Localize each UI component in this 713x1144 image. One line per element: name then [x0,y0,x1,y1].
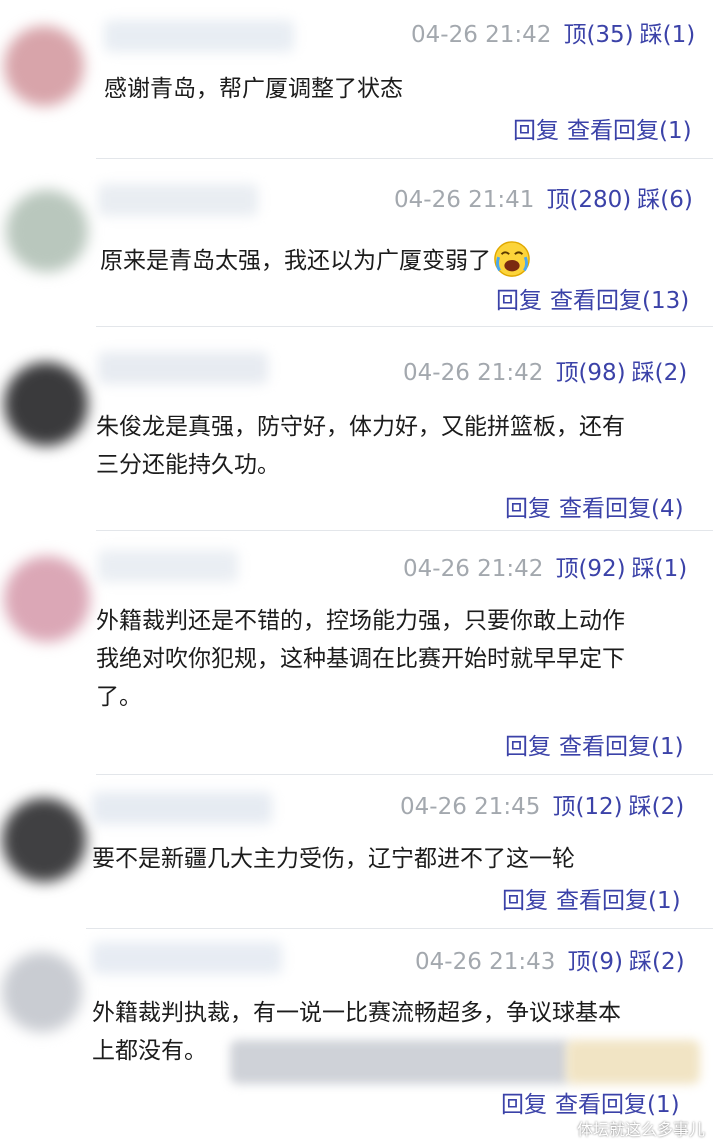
comment-item: 04-26 21:45 顶(12) 踩(2) 要不是新疆几大主力受伤，辽宁都进不了这… [0,776,713,930]
view-replies-button[interactable]: 查看回复(1) [559,734,684,760]
comment-line: 原来是青岛太强，我还以为广厦变弱了 [100,248,491,274]
like-button[interactable]: 顶(98) [555,360,625,386]
comment-line: 外籍裁判还是不错的，控场能力强，只要你敢上动作 [96,608,625,634]
comment-item: 04-26 21:42 顶(98) 踩(2) 朱俊龙是真强，防守好，体力好，又能拼篮… [0,334,713,532]
comment-text: 原来是青岛太强，我还以为广厦变弱了 [100,240,531,280]
comment-meta: 04-26 21:42 顶(98) 踩(2) [403,358,687,388]
like-button[interactable]: 顶(35) [563,22,633,48]
comment-meta: 04-26 21:42 顶(35) 踩(1) [411,20,695,50]
comment-item: 04-26 21:41 顶(280) 踩(6) 原来是青岛太强，我还以为广厦变弱了 … [0,168,713,334]
comment-text: 朱俊龙是真强，防守好，体力好，又能拼篮板，还有 三分还能持久功。 [96,408,625,484]
divider [96,158,713,159]
divider [96,326,713,327]
comment-meta: 04-26 21:41 顶(280) 踩(6) [394,185,693,215]
like-button[interactable]: 顶(9) [567,949,623,975]
comment-meta: 04-26 21:45 顶(12) 踩(2) [400,792,684,822]
redacted-content [230,1040,570,1084]
comment-line: 我绝对吹你犯规，这种基调在比赛开始时就早早定下 [96,646,625,672]
avatar[interactable] [6,190,88,272]
watermark: 体坛就这么多事儿 [576,1120,705,1139]
comment-meta: 04-26 21:42 顶(92) 踩(1) [403,554,687,584]
reply-button[interactable]: 回复 [513,118,559,144]
comment-line: 三分还能持久功。 [96,452,280,478]
comment-time: 04-26 21:41 [394,187,535,213]
view-replies-button[interactable]: 查看回复(1) [555,1092,680,1118]
username-redacted[interactable] [92,792,272,824]
like-button[interactable]: 顶(280) [546,187,631,213]
view-replies-button[interactable]: 查看回复(1) [556,888,681,914]
dislike-button[interactable]: 踩(1) [640,22,696,48]
reply-button[interactable]: 回复 [501,1092,547,1118]
comment-item: 04-26 21:43 顶(9) 踩(2) 外籍裁判执裁，有一说一比赛流畅超多，争议… [0,930,713,1144]
comment-text: 外籍裁判还是不错的，控场能力强，只要你敢上动作 我绝对吹你犯规，这种基调在比赛开… [96,602,625,716]
reply-button[interactable]: 回复 [502,888,548,914]
dislike-button[interactable]: 踩(1) [632,556,688,582]
redacted-emoji [566,1040,700,1084]
username-redacted[interactable] [98,184,258,216]
comment-list: 04-26 21:42 顶(35) 踩(1) 感谢青岛，帮广厦调整了状态 回复 查看回… [0,0,713,1144]
comment-line: 外籍裁判执裁，有一说一比赛流畅超多，争议球基本 [92,1000,621,1026]
divider [96,530,713,531]
comment-time: 04-26 21:42 [411,22,552,48]
comment-line: 了。 [96,684,142,710]
comment-line: 要不是新疆几大主力受伤，辽宁都进不了这一轮 [92,846,575,872]
username-redacted[interactable] [98,550,238,582]
dislike-button[interactable]: 踩(2) [629,949,685,975]
comment-text: 要不是新疆几大主力受伤，辽宁都进不了这一轮 [92,840,575,878]
username-redacted[interactable] [104,20,294,52]
comment-text: 感谢青岛，帮广厦调整了状态 [104,70,403,108]
comment-item: 04-26 21:42 顶(35) 踩(1) 感谢青岛，帮广厦调整了状态 回复 查看回… [0,0,713,168]
like-button[interactable]: 顶(92) [555,556,625,582]
comment-time: 04-26 21:42 [403,360,544,386]
dislike-button[interactable]: 踩(2) [629,794,685,820]
divider [86,928,713,929]
avatar[interactable] [4,26,84,106]
username-redacted[interactable] [98,352,268,384]
comment-actions: 回复 查看回复(1) [502,886,681,916]
comment-meta: 04-26 21:43 顶(9) 踩(2) [415,947,685,977]
avatar[interactable] [4,362,88,446]
comment-actions: 回复 查看回复(4) [505,494,684,524]
comment-actions: 回复 查看回复(13) [496,286,689,316]
dislike-button[interactable]: 踩(6) [637,187,693,213]
view-replies-button[interactable]: 查看回复(4) [559,496,684,522]
view-replies-button[interactable]: 查看回复(13) [550,288,689,314]
reply-button[interactable]: 回复 [505,734,551,760]
avatar[interactable] [4,556,90,642]
avatar[interactable] [2,798,86,882]
comment-actions: 回复 查看回复(1) [513,116,692,146]
reply-button[interactable]: 回复 [496,288,542,314]
comment-time: 04-26 21:42 [403,556,544,582]
comment-line: 朱俊龙是真强，防守好，体力好，又能拼篮板，还有 [96,414,625,440]
divider [96,774,713,775]
comment-actions: 回复 查看回复(1) [505,732,684,762]
avatar[interactable] [2,952,82,1032]
like-button[interactable]: 顶(12) [552,794,622,820]
comment-item: 04-26 21:42 顶(92) 踩(1) 外籍裁判还是不错的，控场能力强，只要你… [0,532,713,776]
crying-laughing-emoji [494,241,530,277]
comment-time: 04-26 21:43 [415,949,556,975]
view-replies-button[interactable]: 查看回复(1) [567,118,692,144]
dislike-button[interactable]: 踩(2) [632,360,688,386]
username-redacted[interactable] [92,942,282,974]
reply-button[interactable]: 回复 [505,496,551,522]
comment-time: 04-26 21:45 [400,794,541,820]
comment-line: 感谢青岛，帮广厦调整了状态 [104,76,403,102]
